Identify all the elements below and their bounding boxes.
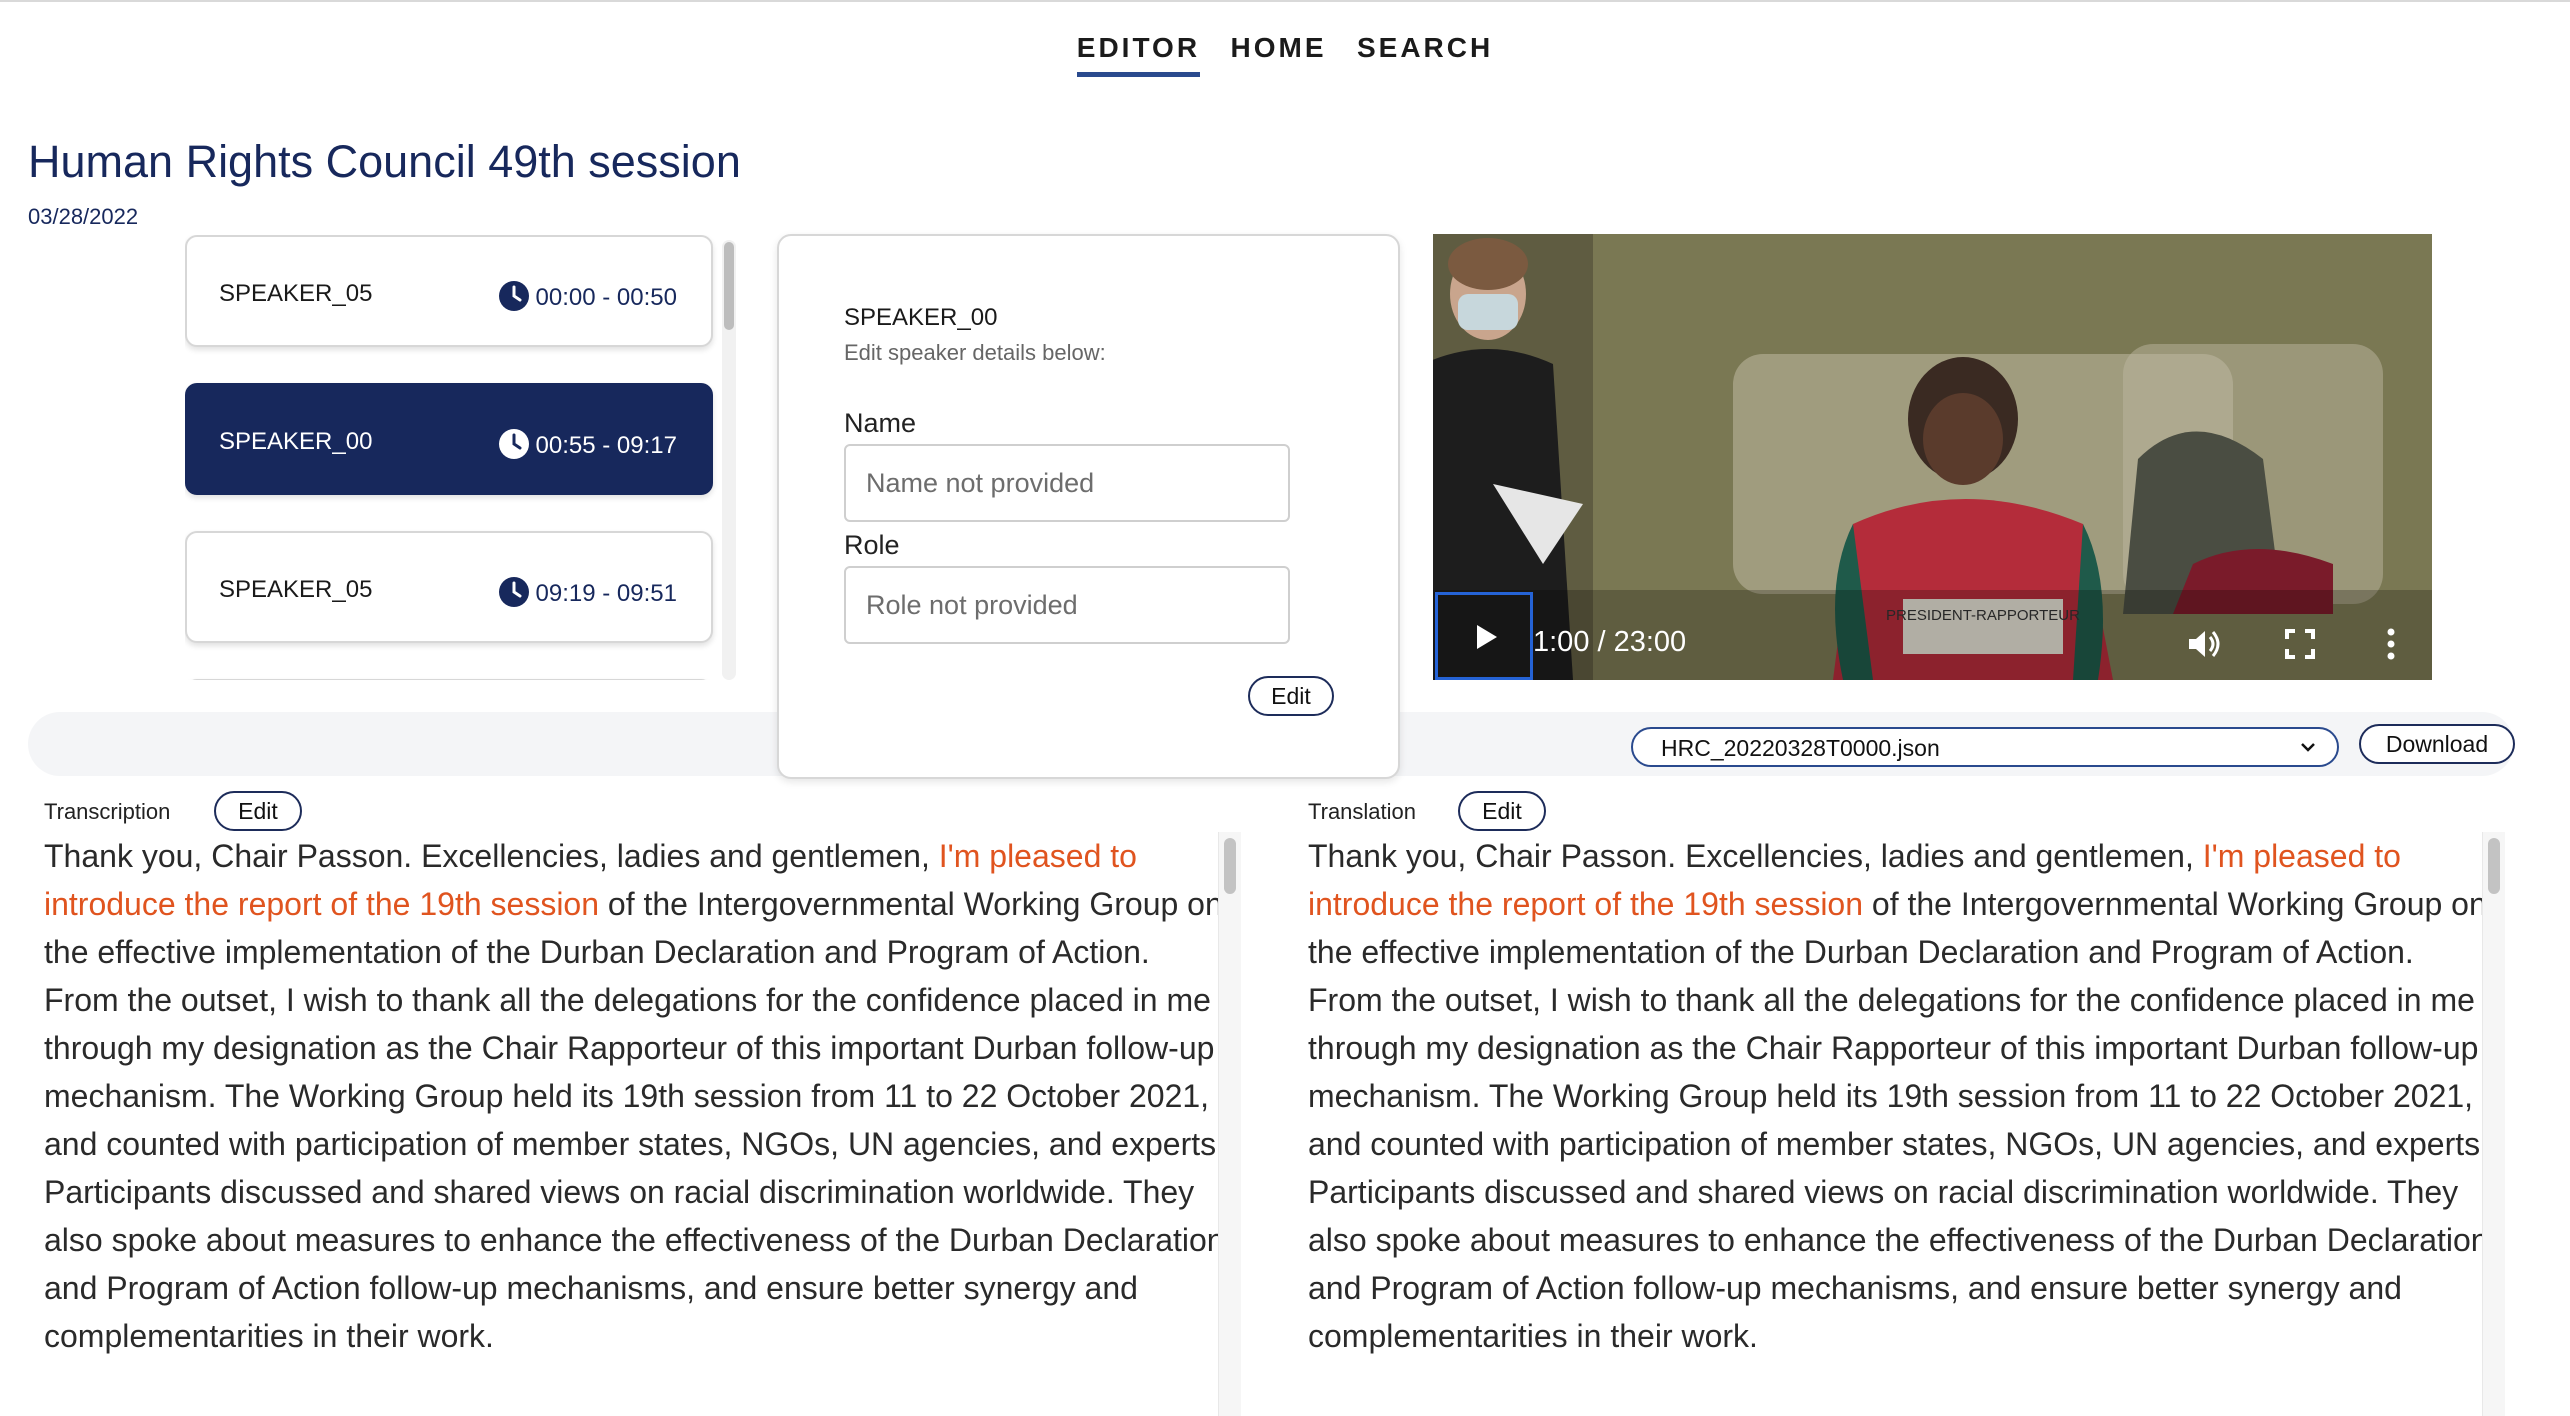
speaker-segment-time: 00:55 - 09:17 [498, 428, 677, 460]
page-title: Human Rights Council 49th session [28, 136, 741, 187]
nav-search[interactable]: SEARCH [1357, 32, 1493, 72]
translation-scroll-thumb[interactable] [2488, 838, 2500, 894]
transcription-scrollbar[interactable] [1218, 832, 1241, 1416]
speaker-segment-time-text: 00:55 - 09:17 [535, 432, 677, 459]
speaker-list-scroll-thumb[interactable] [724, 242, 734, 330]
speaker-list: SPEAKER_05 00:00 - 00:50 SPEAKER_00 00:5… [185, 235, 745, 680]
fullscreen-icon[interactable] [2283, 627, 2317, 661]
video-frame: PRESIDENT-RAPPORTEUR [1433, 234, 2432, 680]
transcription-scroll-thumb[interactable] [1224, 838, 1236, 894]
clock-icon [498, 429, 529, 459]
play-icon [1477, 625, 1497, 649]
translation-scrollbar[interactable] [2482, 832, 2505, 1416]
top-nav: EDITOR HOME SEARCH [0, 32, 2570, 77]
translation-label: Translation [1308, 799, 1417, 824]
speaker-segment-time: 00:00 - 00:50 [498, 280, 677, 312]
download-button[interactable]: Download [2359, 724, 2515, 764]
file-select-value: HRC_20220328T0000.json [1661, 735, 1940, 761]
speaker-segment-card-selected[interactable]: SPEAKER_00 00:55 - 09:17 [185, 383, 713, 495]
video-player[interactable]: PRESIDENT-RAPPORTEUR 1:00 / 23:00 [1433, 234, 2432, 680]
transcription-text-panel[interactable]: Thank you, Chair Passon. Excellencies, l… [44, 832, 1229, 1416]
translation-text-panel[interactable]: Thank you, Chair Passon. Excellencies, l… [1308, 832, 2493, 1416]
session-date: 03/28/2022 [28, 204, 139, 229]
name-label: Name [844, 408, 917, 438]
nav-editor[interactable]: EDITOR [1076, 32, 1201, 77]
transcription-text-before: Thank you, Chair Passon. Excellencies, l… [44, 838, 939, 874]
nav-home[interactable]: HOME [1231, 32, 1327, 72]
transcription-text-after: of the Intergovernmental Working Group o… [44, 886, 1226, 1354]
speaker-role-input[interactable] [844, 566, 1290, 644]
speaker-segment-card[interactable]: SPEAKER_05 09:19 - 09:51 [185, 531, 713, 643]
clock-icon [498, 577, 529, 607]
translation-edit-button[interactable]: Edit [1458, 791, 1546, 831]
speaker-edit-button[interactable]: Edit [1248, 676, 1334, 716]
transcription-label: Transcription [44, 799, 171, 824]
chevron-down-icon [2301, 743, 2315, 752]
speaker-segment-time-text: 00:00 - 00:50 [535, 284, 677, 311]
video-time-display: 1:00 / 23:00 [1533, 626, 1687, 658]
speaker-name-input[interactable] [844, 444, 1290, 522]
volume-icon[interactable] [2183, 624, 2223, 664]
transcription-text: Thank you, Chair Passon. Excellencies, l… [44, 832, 1229, 1360]
more-options-icon[interactable] [2381, 624, 2401, 664]
speaker-segment-name: SPEAKER_05 [219, 576, 373, 603]
clock-icon [498, 281, 529, 311]
role-label: Role [844, 530, 900, 560]
speaker-segment-card[interactable]: SPEAKER_05 00:00 - 00:50 [185, 235, 713, 347]
detail-speaker-id: SPEAKER_00 [844, 304, 998, 331]
speaker-detail-card: SPEAKER_00 Edit speaker details below: N… [777, 234, 1400, 779]
translation-text-after: of the Intergovernmental Working Group o… [1308, 886, 2490, 1354]
file-select-dropdown[interactable]: HRC_20220328T0000.json [1631, 727, 2339, 767]
play-button[interactable] [1435, 592, 1533, 680]
speaker-segment-name: SPEAKER_00 [219, 428, 373, 455]
speaker-segment-name: SPEAKER_05 [219, 280, 373, 307]
transcription-edit-button[interactable]: Edit [214, 791, 302, 831]
speaker-segment-time: 09:19 - 09:51 [498, 576, 677, 608]
translation-text: Thank you, Chair Passon. Excellencies, l… [1308, 832, 2493, 1360]
speaker-segment-time-text: 09:19 - 09:51 [535, 580, 677, 607]
detail-hint: Edit speaker details below: [844, 340, 1106, 365]
translation-text-before: Thank you, Chair Passon. Excellencies, l… [1308, 838, 2203, 874]
speaker-segment-card-partial[interactable] [185, 679, 713, 680]
